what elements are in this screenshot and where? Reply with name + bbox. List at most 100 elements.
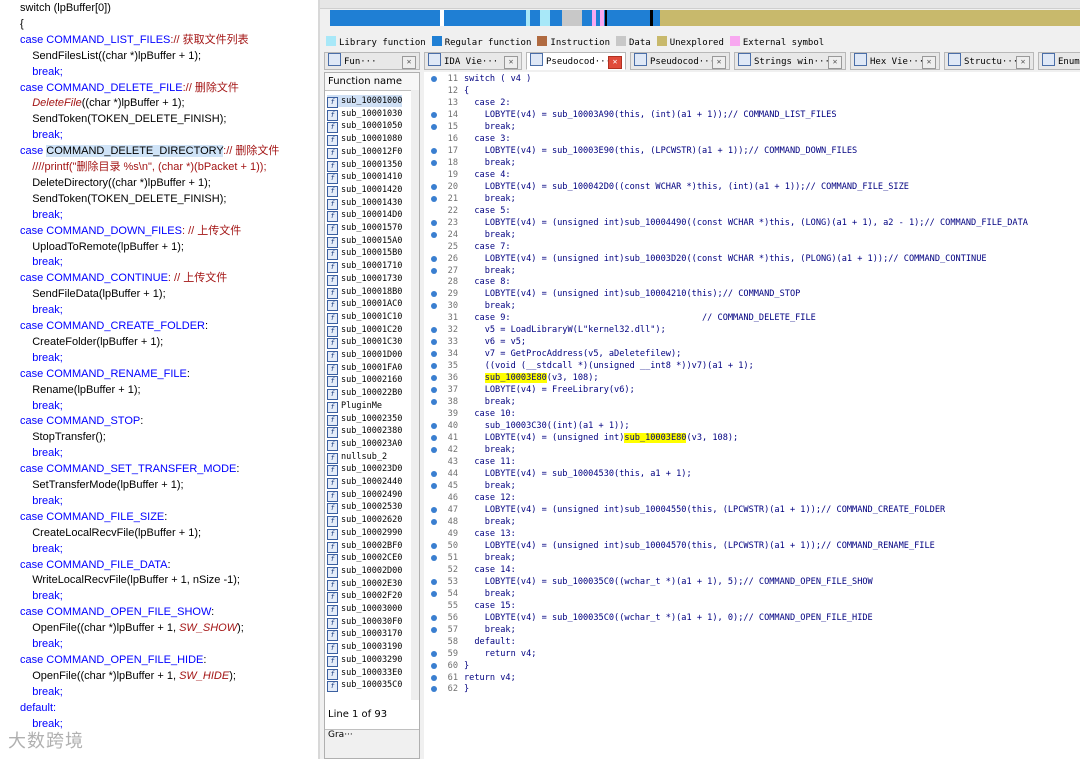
functions-header[interactable]: Function name <box>325 73 419 91</box>
function-item[interactable]: f nullsub_2 <box>327 451 387 464</box>
close-tab-icon[interactable]: ✕ <box>504 56 518 69</box>
breakpoint-dot[interactable] <box>431 626 437 633</box>
code-line[interactable]: switch ( v4 ) <box>464 73 531 85</box>
code-line[interactable]: LOBYTE(v4) = sub_10004530(this, a1 + 1); <box>464 468 692 480</box>
code-line[interactable]: break; <box>464 300 516 312</box>
code-line[interactable]: LOBYTE(v4) = sub_100035C0((wchar_t *)(a1… <box>464 612 873 624</box>
tab-2[interactable]: Pseudocod··· ✕ <box>526 52 626 70</box>
breakpoint-dot[interactable] <box>431 387 437 394</box>
function-item[interactable]: f sub_10001080 <box>327 133 402 147</box>
function-item[interactable]: f sub_10001D00 <box>327 349 402 362</box>
function-item[interactable]: f sub_100023A0 <box>327 438 402 451</box>
code-line[interactable]: break; <box>464 121 516 133</box>
code-line[interactable]: break; <box>464 396 516 408</box>
breakpoint-dot[interactable] <box>431 674 437 681</box>
breakpoint-dot[interactable] <box>431 518 437 525</box>
code-line[interactable]: v5 = LoadLibraryW(L"kernel32.dll"); <box>464 324 666 336</box>
breakpoint-dot[interactable] <box>431 435 437 442</box>
breakpoint-dot[interactable] <box>431 219 437 226</box>
function-item[interactable]: f sub_100015B0 <box>327 247 402 261</box>
function-item[interactable]: f sub_10002D00 <box>327 565 402 578</box>
breakpoint-dot[interactable] <box>431 111 437 118</box>
breakpoint-dot[interactable] <box>431 339 437 346</box>
function-item[interactable]: f sub_10001050 <box>327 120 402 134</box>
close-tab-icon[interactable]: ✕ <box>608 56 622 69</box>
code-line[interactable]: break; <box>464 480 516 492</box>
breakpoint-dot[interactable] <box>431 662 437 669</box>
code-line[interactable]: break; <box>464 229 516 241</box>
tab-1[interactable]: IDA Vie··· ✕ <box>424 52 522 70</box>
breakpoint-dot[interactable] <box>431 327 437 334</box>
close-tab-icon[interactable]: ✕ <box>712 56 726 69</box>
code-line[interactable]: LOBYTE(v4) = (unsigned int)sub_10003D20(… <box>464 253 987 265</box>
code-line[interactable]: LOBYTE(v4) = sub_100042D0((const WCHAR *… <box>464 181 909 193</box>
code-line[interactable]: sub_10003C30((int)(a1 + 1)); <box>464 420 630 432</box>
code-line[interactable]: LOBYTE(v4) = (unsigned int)sub_10004570(… <box>464 540 935 552</box>
code-line[interactable]: case 5: <box>464 205 510 217</box>
function-item[interactable]: f sub_10001710 <box>327 260 402 274</box>
code-line[interactable]: case 7: <box>464 241 510 253</box>
breakpoint-dot[interactable] <box>431 231 437 238</box>
code-line[interactable]: } <box>464 660 469 672</box>
breakpoint-dot[interactable] <box>431 363 437 370</box>
breakpoint-dot[interactable] <box>431 614 437 621</box>
code-line[interactable]: case 13: <box>464 528 515 540</box>
function-item[interactable]: f sub_10001AC0 <box>327 298 402 312</box>
breakpoint-dot[interactable] <box>431 447 437 454</box>
breakpoint-dot[interactable] <box>431 471 437 477</box>
tab-4[interactable]: Strings win··· ✕ <box>734 52 846 70</box>
breakpoint-dot[interactable] <box>431 686 437 693</box>
code-line[interactable]: break; <box>464 516 516 528</box>
breakpoint-dot[interactable] <box>431 578 437 585</box>
tab-3[interactable]: Pseudocod··· ✕ <box>630 52 730 70</box>
code-line[interactable]: case 8: <box>464 276 510 288</box>
code-line[interactable]: break; <box>464 444 516 456</box>
function-item[interactable]: f sub_10001350 <box>327 159 402 172</box>
breakpoint-dot[interactable] <box>431 183 437 190</box>
breakpoint-dot[interactable] <box>431 399 437 406</box>
code-line[interactable]: case 12: <box>464 492 515 504</box>
breakpoint-dot[interactable] <box>431 123 437 130</box>
code-line[interactable]: break; <box>464 265 516 277</box>
code-line[interactable]: break; <box>464 588 516 600</box>
code-line[interactable]: case 9: // COMMAND_DELETE_FILE <box>464 312 815 324</box>
function-item[interactable]: f sub_10002350 <box>327 413 402 426</box>
code-line[interactable]: break; <box>464 552 516 564</box>
code-line[interactable]: case 14: <box>464 564 515 576</box>
functions-scrollbar[interactable] <box>411 90 419 700</box>
tab-7[interactable]: Enum··· <box>1038 52 1080 70</box>
function-item[interactable]: f sub_10002620 <box>327 514 402 528</box>
code-line[interactable]: LOBYTE(v4) = (unsigned int)sub_10004210(… <box>464 288 801 300</box>
code-line[interactable]: case 10: <box>464 408 515 420</box>
code-line[interactable]: case 11: <box>464 456 515 468</box>
breakpoint-dot[interactable] <box>431 542 437 549</box>
code-line[interactable]: return v4; <box>464 672 516 684</box>
function-item[interactable]: f sub_10002160 <box>327 374 402 388</box>
function-item[interactable]: f sub_10001730 <box>327 273 402 286</box>
function-item[interactable]: f sub_10002E30 <box>327 578 402 591</box>
function-item[interactable]: f sub_10001410 <box>327 171 402 185</box>
pseudocode-view[interactable]: 11 switch ( v4 ) 12 {13 case 2: 14 LOBYTE(v4… <box>424 72 1080 759</box>
code-line[interactable]: LOBYTE(v4) = (unsigned int)sub_10003E80(… <box>464 432 738 444</box>
breakpoint-dot[interactable] <box>431 147 437 154</box>
tab-5[interactable]: Hex Vie··· ✕ <box>850 52 940 70</box>
function-item[interactable]: f sub_10002F20 <box>327 590 402 604</box>
function-item[interactable]: f sub_10001030 <box>327 108 402 121</box>
function-item[interactable]: f sub_10001430 <box>327 197 402 210</box>
code-line[interactable]: LOBYTE(v4) = (unsigned int)sub_10004550(… <box>464 504 945 516</box>
function-item[interactable]: f sub_100015A0 <box>327 235 402 248</box>
function-item[interactable]: f sub_10001000 <box>327 95 403 108</box>
function-item[interactable]: f sub_100030F0 <box>327 616 402 629</box>
function-item[interactable]: f sub_10001420 <box>327 184 402 197</box>
tab-6[interactable]: Structu··· ✕ <box>944 52 1034 70</box>
breakpoint-dot[interactable] <box>431 482 437 489</box>
function-item[interactable]: f sub_10002530 <box>327 501 402 515</box>
code-line[interactable]: LOBYTE(v4) = sub_100035C0((wchar_t *)(a1… <box>464 576 873 588</box>
function-item[interactable]: f sub_10001C20 <box>327 324 402 337</box>
function-item[interactable]: f sub_100033E0 <box>327 667 402 680</box>
function-item[interactable]: f sub_10002490 <box>327 489 402 502</box>
function-item[interactable]: f sub_10002BF0 <box>327 540 402 553</box>
function-item[interactable]: f sub_100035C0 <box>327 679 402 693</box>
function-item[interactable]: f sub_10002440 <box>327 476 402 489</box>
close-tab-icon[interactable]: ✕ <box>922 56 936 69</box>
